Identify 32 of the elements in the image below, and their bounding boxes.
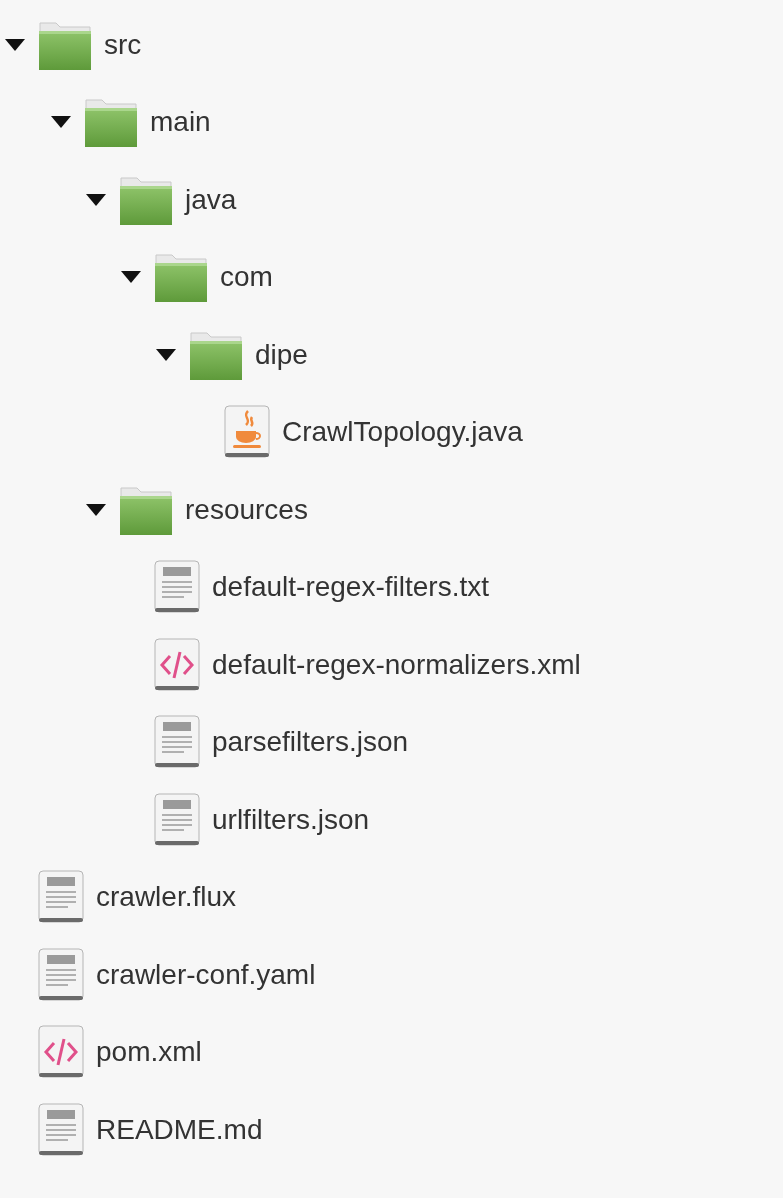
document-icon <box>154 715 200 770</box>
folder-icon <box>84 96 138 149</box>
file-name[interactable]: README.md <box>96 1113 263 1146</box>
code-file-icon <box>38 1025 84 1080</box>
cup-file-icon <box>224 405 270 460</box>
folder-name[interactable]: main <box>150 106 211 139</box>
folder-name[interactable]: src <box>104 28 142 61</box>
folder-name[interactable]: com <box>220 261 273 294</box>
document-icon <box>154 560 200 615</box>
file-name[interactable]: crawler.flux <box>96 881 237 914</box>
code-file-icon <box>154 637 200 692</box>
file-name[interactable]: urlfilters.json <box>212 803 370 836</box>
document-icon <box>154 792 200 847</box>
file-name[interactable]: default-regex-filters.txt <box>212 571 489 604</box>
expander-icon[interactable] <box>85 192 107 207</box>
expander-icon[interactable] <box>4 37 26 52</box>
expander-icon[interactable] <box>50 115 72 130</box>
folder-name[interactable]: dipe <box>255 338 308 371</box>
file-name[interactable]: crawler-conf.yaml <box>96 958 316 991</box>
file-name[interactable]: default-regex-normalizers.xml <box>212 648 581 681</box>
document-icon <box>38 947 84 1002</box>
file-name[interactable]: CrawlTopology.java <box>282 416 523 449</box>
file-name[interactable]: pom.xml <box>96 1036 202 1069</box>
document-icon <box>38 870 84 925</box>
expander-icon[interactable] <box>120 270 142 285</box>
expander-icon[interactable] <box>85 502 107 517</box>
folder-icon <box>154 251 208 304</box>
expander-icon[interactable] <box>155 347 177 362</box>
file-name[interactable]: parsefilters.json <box>212 726 409 759</box>
folder-name[interactable]: resources <box>185 493 308 526</box>
folder-name[interactable]: java <box>185 183 237 216</box>
document-icon <box>38 1102 84 1157</box>
